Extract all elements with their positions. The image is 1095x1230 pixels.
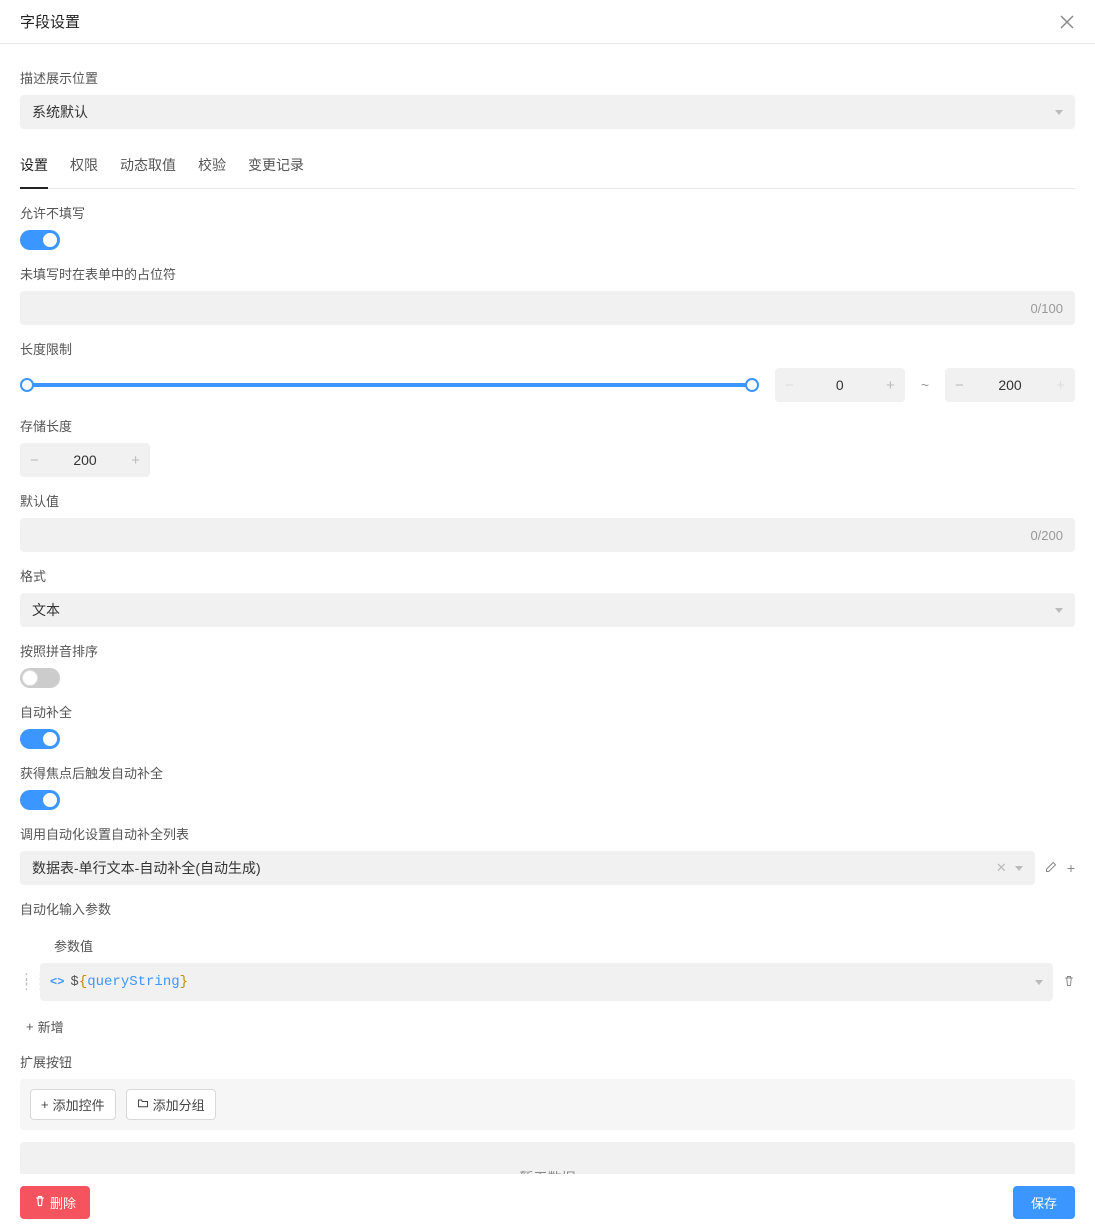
expr-close-brace: } (180, 974, 188, 990)
tab-validation[interactable]: 校验 (198, 155, 226, 189)
add-param-button[interactable]: + 新增 (20, 1007, 1075, 1038)
plus-icon[interactable]: + (1056, 377, 1065, 394)
auto-params-label: 自动化输入参数 (20, 899, 1075, 918)
add-control-label: 添加控件 (53, 1095, 105, 1114)
slider-handle-min[interactable] (20, 378, 34, 392)
slider-handle-max[interactable] (745, 378, 759, 392)
placeholder-counter: 0/100 (1030, 301, 1063, 316)
tab-changelog[interactable]: 变更记录 (248, 155, 304, 189)
save-button[interactable]: 保存 (1013, 1186, 1075, 1219)
placeholder-input[interactable]: 0/100 (20, 291, 1075, 325)
edit-icon[interactable] (1045, 860, 1057, 876)
add-param-label: 新增 (38, 1017, 64, 1036)
plus-icon[interactable]: + (886, 377, 895, 394)
autocomplete-auto-value: 数据表-单行文本-自动补全(自动生成) (32, 858, 261, 878)
expr-open-brace: { (79, 974, 87, 990)
autocomplete-label: 自动补全 (20, 702, 1075, 721)
desc-position-label: 描述展示位置 (20, 68, 1075, 87)
chevron-down-icon (1015, 866, 1023, 871)
placeholder-label: 未填写时在表单中的占位符 (20, 264, 1075, 283)
modal-title: 字段设置 (20, 11, 80, 32)
length-limit-label: 长度限制 (20, 339, 1075, 358)
default-value-input[interactable]: 0/200 (20, 518, 1075, 552)
allow-empty-switch[interactable] (20, 230, 60, 250)
desc-position-value: 系统默认 (32, 102, 88, 122)
format-value: 文本 (32, 600, 60, 620)
save-label: 保存 (1031, 1193, 1057, 1212)
chevron-down-icon (1055, 608, 1063, 613)
range-separator: ~ (921, 377, 929, 393)
plus-icon: + (26, 1019, 34, 1034)
trash-icon[interactable] (1063, 974, 1075, 990)
close-icon[interactable] (1059, 14, 1075, 30)
storage-length-value: 200 (73, 452, 96, 468)
pinyin-sort-label: 按照拼音排序 (20, 641, 1075, 660)
length-slider[interactable] (20, 381, 759, 389)
storage-length-input[interactable]: − 200 + (20, 443, 150, 477)
add-group-button[interactable]: 添加分组 (126, 1089, 216, 1120)
drag-handle-icon[interactable]: ⋮⋮⋮⋮ (20, 976, 30, 988)
chevron-down-icon (1055, 110, 1063, 115)
length-min-value: 0 (836, 377, 844, 393)
autocomplete-switch[interactable] (20, 729, 60, 749)
code-icon: <> (50, 975, 64, 989)
tab-dynamic-value[interactable]: 动态取值 (120, 155, 176, 189)
default-value-label: 默认值 (20, 491, 1075, 510)
expr-variable: queryString (87, 974, 179, 990)
empty-state: 暂无数据 (20, 1142, 1075, 1174)
tabs: 设置 权限 动态取值 校验 变更记录 (20, 155, 1075, 189)
length-max-value: 200 (998, 377, 1021, 393)
plus-icon[interactable]: + (1067, 860, 1075, 876)
minus-icon[interactable]: − (30, 452, 39, 469)
param-row: ⋮⋮⋮⋮ <> ${queryString} (20, 963, 1075, 1007)
default-value-counter: 0/200 (1030, 528, 1063, 543)
storage-length-label: 存储长度 (20, 416, 1075, 435)
clear-icon[interactable]: ✕ (996, 860, 1007, 876)
length-min-input[interactable]: − 0 + (775, 368, 905, 402)
chevron-down-icon[interactable] (1035, 980, 1043, 985)
trash-icon (34, 1195, 46, 1210)
plus-icon[interactable]: + (131, 452, 140, 469)
delete-button[interactable]: 删除 (20, 1186, 90, 1219)
desc-position-select[interactable]: 系统默认 (20, 95, 1075, 129)
param-expression-input[interactable]: <> ${queryString} (40, 963, 1053, 1001)
delete-label: 删除 (50, 1193, 76, 1212)
minus-icon[interactable]: − (785, 377, 794, 394)
autocomplete-focus-label: 获得焦点后触发自动补全 (20, 763, 1075, 782)
minus-icon[interactable]: − (955, 377, 964, 394)
folder-icon (137, 1097, 149, 1112)
allow-empty-label: 允许不填写 (20, 203, 1075, 222)
tab-permissions[interactable]: 权限 (70, 155, 98, 189)
add-control-button[interactable]: + 添加控件 (30, 1089, 116, 1120)
expr-dollar: $ (70, 974, 78, 990)
extend-buttons-label: 扩展按钮 (20, 1052, 1075, 1071)
plus-icon: + (41, 1097, 49, 1112)
param-column-header: 参数值 (20, 926, 1075, 963)
autocomplete-focus-switch[interactable] (20, 790, 60, 810)
length-max-input[interactable]: − 200 + (945, 368, 1075, 402)
autocomplete-auto-select[interactable]: 数据表-单行文本-自动补全(自动生成) ✕ (20, 851, 1035, 885)
format-select[interactable]: 文本 (20, 593, 1075, 627)
pinyin-sort-switch[interactable] (20, 668, 60, 688)
tab-settings[interactable]: 设置 (20, 155, 48, 189)
autocomplete-auto-label: 调用自动化设置自动补全列表 (20, 824, 1075, 843)
format-label: 格式 (20, 566, 1075, 585)
add-group-label: 添加分组 (153, 1095, 205, 1114)
